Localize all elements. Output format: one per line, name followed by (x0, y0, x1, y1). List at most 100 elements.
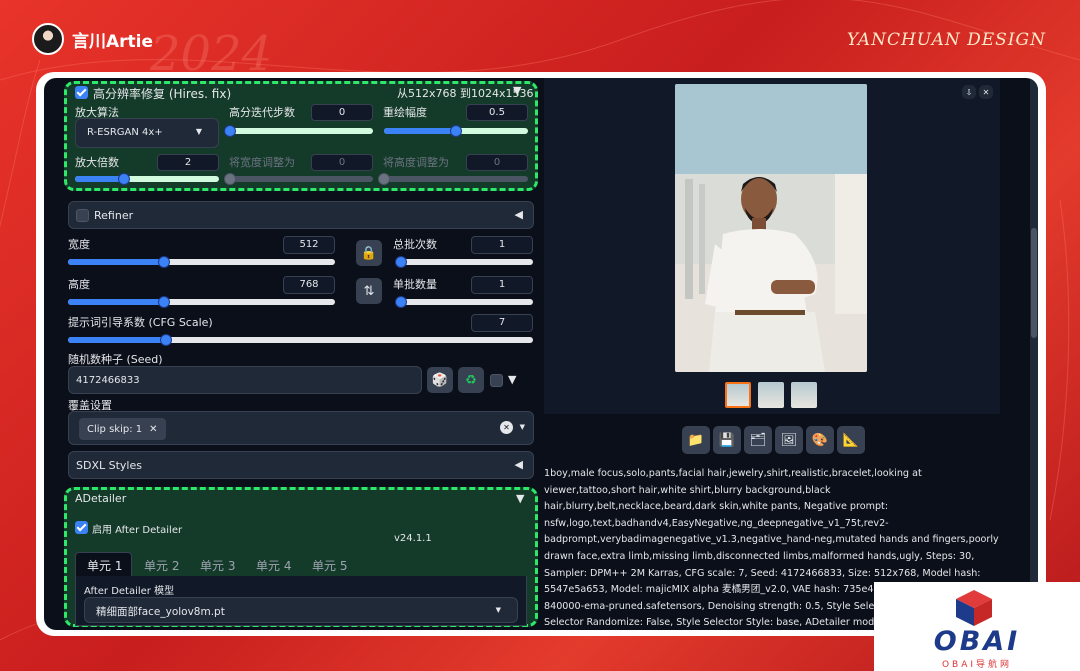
slider-knob[interactable] (224, 173, 236, 185)
adetailer-enable-checkbox[interactable] (75, 521, 88, 534)
swap-dimensions-button[interactable]: ⇅ (356, 278, 382, 304)
slider-knob[interactable] (394, 296, 407, 308)
batch-size-label: 单批数量 (393, 278, 437, 291)
send-to-img2img-button[interactable]: 🖼 (775, 426, 803, 454)
chevron-down-icon[interactable]: ▼ (520, 423, 525, 431)
width-slider[interactable] (68, 256, 335, 268)
lock-icon: 🔒 (360, 245, 378, 261)
slider-knob[interactable] (378, 173, 390, 185)
slider-knob[interactable] (450, 125, 462, 137)
clear-icon[interactable]: ✕ (500, 421, 513, 434)
scale-input[interactable]: 2 (157, 154, 219, 171)
hires-fix-checkbox[interactable] (75, 86, 88, 99)
zip-button[interactable]: 🗂 (744, 426, 772, 454)
tab-unit-5[interactable]: 单元 5 (312, 557, 347, 574)
cube-logo-icon (956, 590, 992, 626)
cfg-input[interactable]: 7 (471, 314, 533, 332)
tab-unit-4[interactable]: 单元 4 (256, 557, 291, 574)
dice-icon: 🎲 (431, 372, 449, 388)
thumbnail-1[interactable] (725, 382, 751, 408)
width-label: 宽度 (68, 238, 90, 251)
download-icon[interactable]: ⇩ (962, 85, 976, 99)
random-seed-button[interactable]: 🎲 (427, 367, 453, 393)
thumbnail-3[interactable] (791, 382, 817, 408)
send-to-inpaint-button[interactable]: 🎨 (806, 426, 834, 454)
adetailer-version: v24.1.1 (394, 533, 432, 544)
slider-knob[interactable] (158, 256, 171, 268)
resize-height-input[interactable]: 0 (466, 154, 528, 171)
sdxl-styles-accordion[interactable]: SDXL Styles ◀ (68, 451, 534, 479)
steps-label: 高分迭代步数 (229, 106, 295, 119)
expand-left-icon[interactable]: ◀ (515, 208, 523, 221)
extra-seed-checkbox[interactable] (490, 374, 503, 387)
reuse-seed-button[interactable]: ♻ (458, 367, 484, 393)
tab-unit-2[interactable]: 单元 2 (144, 557, 179, 574)
model-select[interactable]: 精细面部face_yolov8m.pt ▼ (84, 597, 518, 623)
close-icon[interactable]: ✕ (979, 85, 993, 99)
tab-unit-3[interactable]: 单元 3 (200, 557, 235, 574)
scrollbar-thumb[interactable] (1031, 228, 1037, 338)
steps-input[interactable]: 0 (311, 104, 373, 121)
cfg-slider[interactable] (68, 334, 533, 346)
expand-left-icon[interactable]: ◀ (515, 458, 523, 471)
webui-app: 高分辨率修复 (Hires. fix) 从512x768 到1024x1536 … (44, 78, 1038, 630)
override-chip[interactable]: Clip skip: 1 ✕ (79, 418, 166, 440)
slider-knob[interactable] (117, 173, 130, 185)
height-slider[interactable] (68, 296, 335, 308)
thumbnail-2[interactable] (758, 382, 784, 408)
collapse-icon[interactable]: ▼ (513, 84, 521, 97)
design-signature: YANCHUAN DESIGN (846, 30, 1046, 50)
send-to-extras-button[interactable]: 📐 (837, 426, 865, 454)
override-settings-select[interactable]: Clip skip: 1 ✕ ✕ ▼ (68, 411, 534, 445)
refiner-checkbox[interactable] (76, 209, 89, 222)
adetailer-title: ADetailer (75, 492, 127, 505)
page-scrollbar[interactable] (1030, 78, 1038, 630)
denoise-label: 重绘幅度 (383, 106, 427, 119)
batch-count-input[interactable]: 1 (471, 236, 533, 254)
height-label: 高度 (68, 278, 90, 291)
image-icon: 🖼 (780, 432, 798, 448)
collapse-icon[interactable]: ▼ (516, 492, 524, 505)
expand-down-icon[interactable]: ▼ (508, 373, 516, 386)
lock-aspect-button[interactable]: 🔒 (356, 240, 382, 266)
close-icon[interactable]: ✕ (149, 424, 157, 435)
denoise-slider[interactable] (384, 125, 528, 137)
width-input[interactable]: 512 (283, 236, 335, 254)
scale-label: 放大倍数 (75, 156, 119, 169)
settings-column: 高分辨率修复 (Hires. fix) 从512x768 到1024x1536 … (60, 78, 538, 630)
refiner-accordion[interactable]: Refiner ◀ (68, 201, 534, 229)
upscaler-select[interactable]: R-ESRGAN 4x+ ▼ (75, 118, 219, 148)
save-button[interactable]: 💾 (713, 426, 741, 454)
resize-width-label: 将宽度调整为 (229, 156, 295, 169)
palette-icon: 🎨 (811, 432, 829, 448)
swap-icon: ⇅ (363, 283, 375, 299)
folder-icon: 📁 (687, 432, 705, 448)
slider-knob[interactable] (159, 334, 172, 346)
denoise-input[interactable]: 0.5 (466, 104, 528, 121)
batch-count-slider[interactable] (394, 256, 533, 268)
sdxl-label: SDXL Styles (76, 459, 142, 472)
chevron-down-icon: ▼ (495, 606, 501, 614)
slider-knob[interactable] (158, 296, 171, 308)
model-value: 精细面部face_yolov8m.pt (96, 606, 225, 618)
steps-slider[interactable] (224, 125, 373, 137)
slider-knob[interactable] (394, 256, 407, 268)
resize-height-slider[interactable] (378, 173, 528, 185)
scale-slider[interactable] (75, 173, 219, 185)
seed-label: 随机数种子 (Seed) (68, 353, 163, 366)
open-folder-button[interactable]: 📁 (682, 426, 710, 454)
logo-wordmark: OBAI (933, 626, 1021, 657)
tab-unit-1[interactable]: 单元 1 (87, 557, 122, 574)
resize-height-label: 将高度调整为 (383, 156, 449, 169)
refiner-label: Refiner (94, 209, 134, 222)
batch-size-input[interactable]: 1 (471, 276, 533, 294)
resize-width-input[interactable]: 0 (311, 154, 373, 171)
generated-image[interactable] (675, 84, 867, 372)
resize-width-slider[interactable] (224, 173, 373, 185)
batch-size-slider[interactable] (394, 296, 533, 308)
recycle-icon: ♻ (465, 372, 477, 388)
brand: 言川Artie (32, 23, 153, 55)
height-input[interactable]: 768 (283, 276, 335, 294)
seed-input[interactable]: 4172466833 (68, 366, 422, 394)
slider-knob[interactable] (224, 125, 236, 137)
